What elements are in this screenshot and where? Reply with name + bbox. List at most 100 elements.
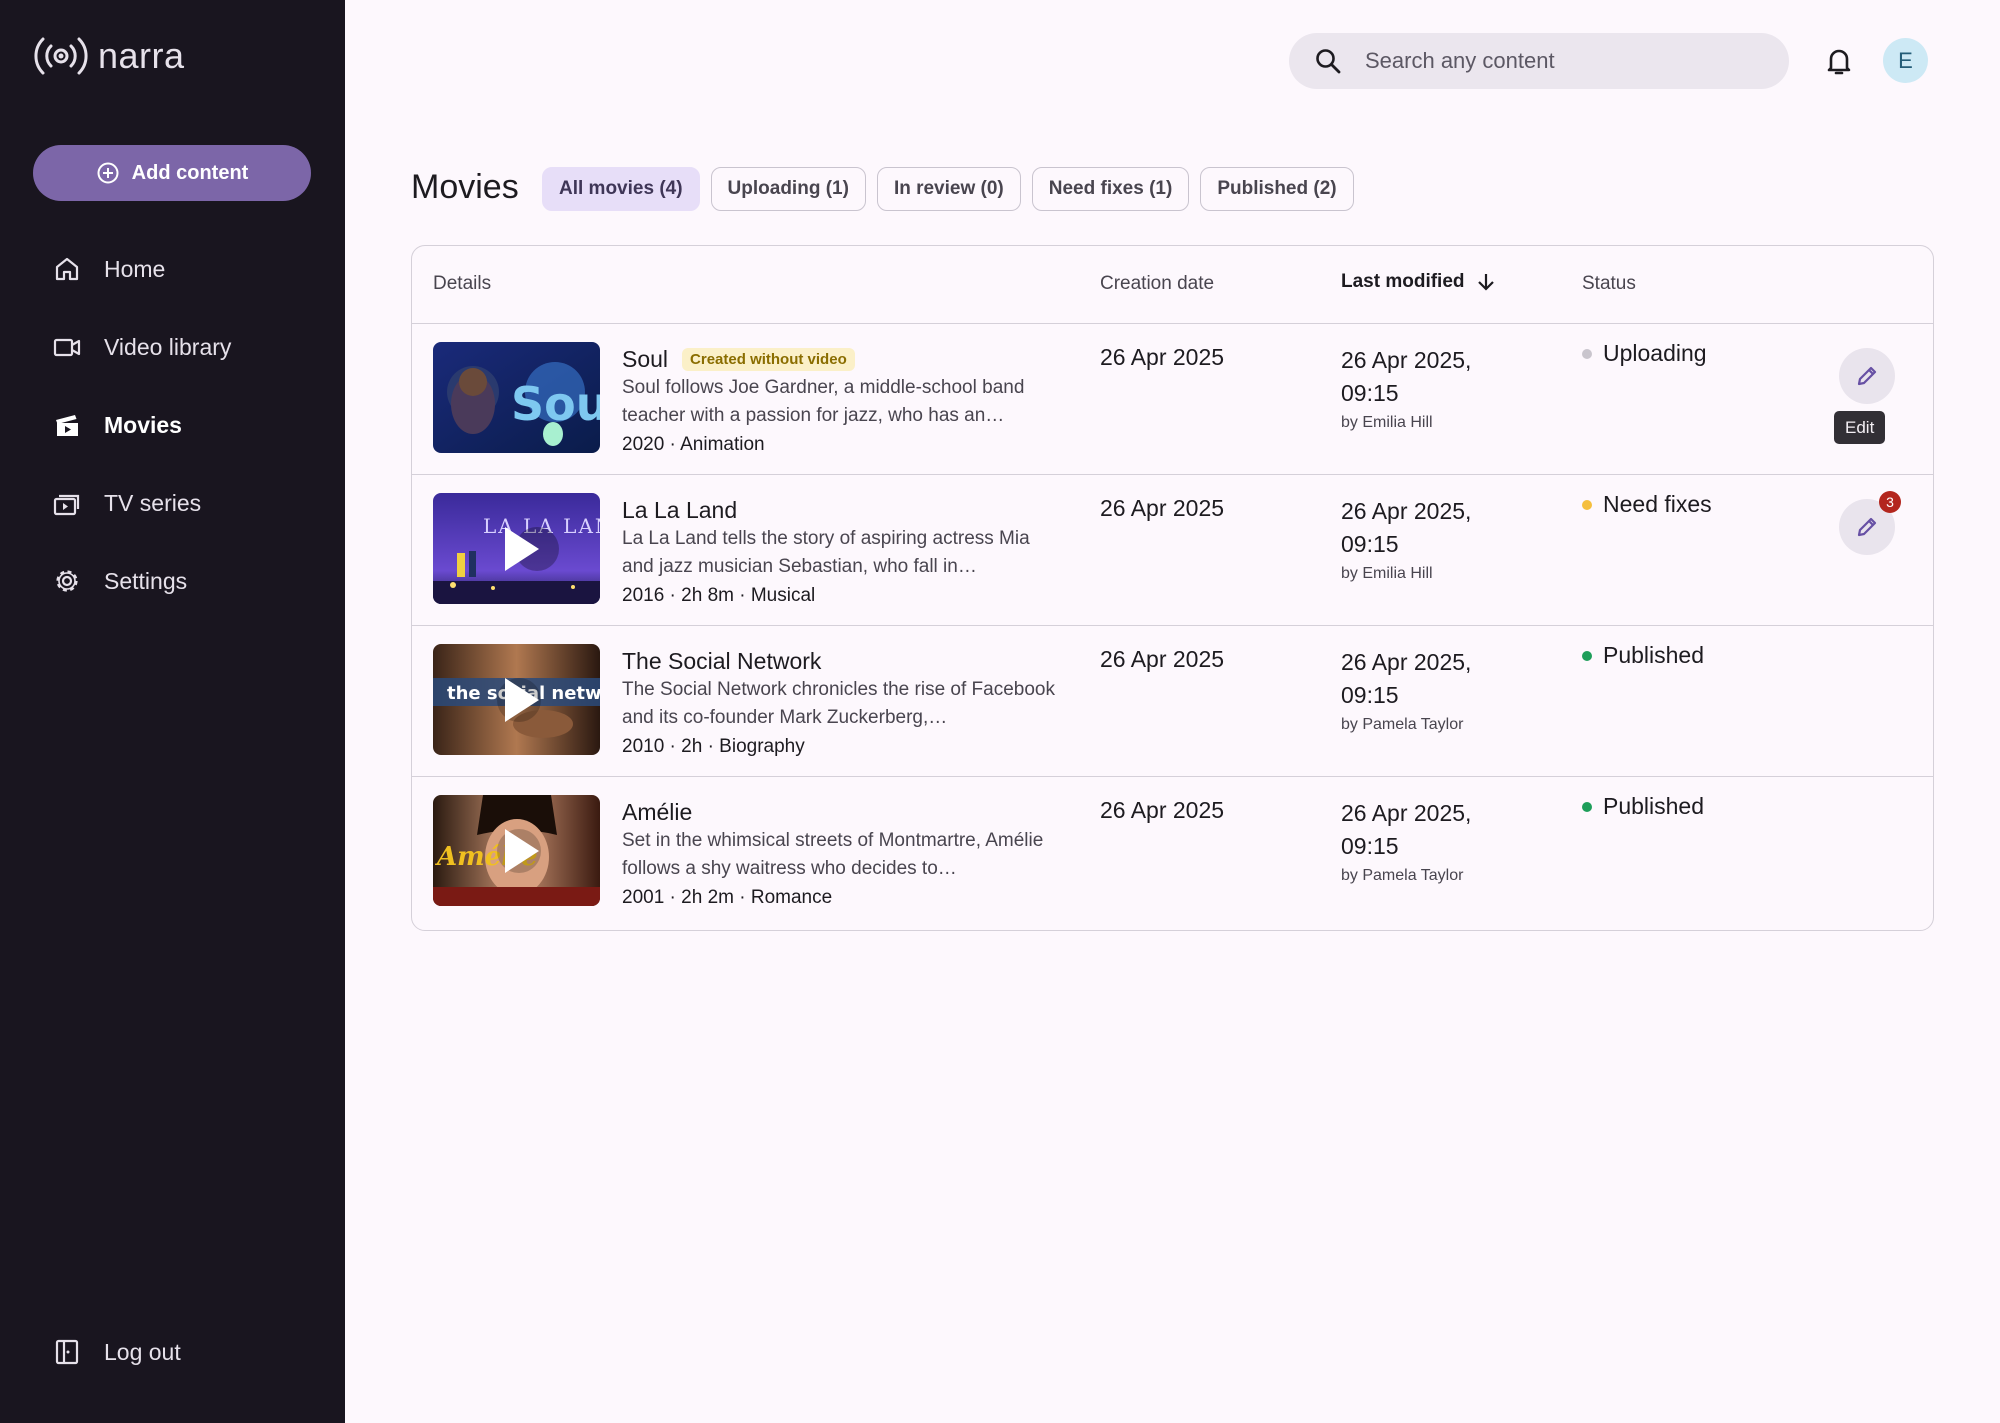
column-header-label: Last modified <box>1341 271 1465 292</box>
movie-thumbnail[interactable]: Soul <box>433 342 600 453</box>
modified-date: 26 Apr 2025, <box>1341 649 1472 675</box>
sidebar-item-video-library[interactable]: Video library <box>0 308 345 386</box>
movies-table: Details Creation date Last modified Stat… <box>411 245 1934 931</box>
status-dot <box>1582 650 1592 661</box>
column-header-last-modified[interactable]: Last modified <box>1341 271 1497 293</box>
status-badge: Uploading <box>1582 340 1707 367</box>
movie-title[interactable]: The Social Network <box>622 648 821 675</box>
search-input[interactable] <box>1365 48 1745 74</box>
movie-meta: 2001 · 2h 2m · Romance <box>622 887 833 908</box>
search-icon[interactable] <box>1313 46 1343 76</box>
last-modified: 26 Apr 2025, 09:15 by Emilia Hill <box>1341 344 1471 434</box>
table-row[interactable]: Soul Soul Created without video Soul fol… <box>412 324 1933 475</box>
filter-uploading[interactable]: Uploading (1) <box>710 167 866 211</box>
movie-description: Soul follows Joe Gardner, a middle-schoo… <box>622 377 1025 426</box>
last-modified: 26 Apr 2025, 09:15 by Emilia Hill <box>1341 495 1471 585</box>
gear-icon <box>56 570 78 592</box>
sidebar-item-label: TV series <box>104 489 202 516</box>
modified-time: 09:15 <box>1341 833 1399 859</box>
status-label: Uploading <box>1603 340 1707 366</box>
creation-date: 26 Apr 2025 <box>1100 495 1225 521</box>
status-badge: Published <box>1582 642 1704 669</box>
column-header-status[interactable]: Status <box>1582 273 1636 295</box>
app-logo[interactable]: narra <box>32 34 185 78</box>
table-row[interactable]: Amélie Amélie Set in the whimsical stree… <box>412 777 1933 928</box>
modified-time: 09:15 <box>1341 531 1399 557</box>
filter-all-movies[interactable]: All movies (4) <box>542 167 700 211</box>
movie-title[interactable]: Amélie <box>622 799 692 826</box>
modified-time: 09:15 <box>1341 380 1399 406</box>
modified-by: by Emilia Hill <box>1341 565 1433 582</box>
filter-in-review[interactable]: In review (0) <box>876 167 1021 211</box>
sidebar-item-settings[interactable]: Settings <box>0 542 345 620</box>
filter-published[interactable]: Published (2) <box>1200 167 1354 211</box>
movie-details: La La Land La La Land tells the story of… <box>622 495 1062 607</box>
filter-need-fixes[interactable]: Need fixes (1) <box>1031 167 1190 211</box>
movie-details: Soul Created without video Soul follows … <box>622 344 1062 456</box>
page-title: Movies <box>411 168 519 206</box>
soul-poster-image: Soul <box>433 342 600 453</box>
play-icon[interactable] <box>504 526 539 571</box>
movie-description: The Social Network chronicles the rise o… <box>622 679 1055 728</box>
user-avatar[interactable]: E <box>1883 38 1928 83</box>
plus-circle-icon <box>97 162 119 184</box>
movie-clapper-icon <box>56 415 78 436</box>
play-icon[interactable] <box>504 677 539 722</box>
sidebar-nav: Home Video library Movies TV series Sett… <box>0 230 345 620</box>
creation-date: 26 Apr 2025 <box>1100 797 1225 823</box>
status-label: Published <box>1603 793 1705 819</box>
movie-thumbnail[interactable]: LA LA LAND <box>433 493 600 604</box>
table-row[interactable]: LA LA LAND La La Land La La Land tells t… <box>412 475 1933 626</box>
movie-title[interactable]: Soul <box>622 346 668 373</box>
sidebar-item-tv-series[interactable]: TV series <box>0 464 345 542</box>
notification-count-badge: 3 <box>1879 491 1901 513</box>
last-modified: 26 Apr 2025, 09:15 by Pamela Taylor <box>1341 646 1471 736</box>
sidebar-item-movies[interactable]: Movies <box>0 386 345 464</box>
filter-chips: All movies (4) Uploading (1) In review (… <box>542 167 1354 211</box>
status-badge: Published <box>1582 793 1704 820</box>
notifications-bell-icon[interactable] <box>1822 44 1856 78</box>
table-row[interactable]: the social network The Social Network Th… <box>412 626 1933 777</box>
video-camera-icon <box>53 338 81 357</box>
status-label: Published <box>1603 642 1705 668</box>
logout-button[interactable]: Log out <box>52 1337 181 1367</box>
modified-by: by Pamela Taylor <box>1341 716 1464 733</box>
sort-arrow-down-icon <box>1477 274 1494 291</box>
column-header-creation-date[interactable]: Creation date <box>1100 273 1214 295</box>
play-icon[interactable] <box>504 828 539 873</box>
app-name: narra <box>98 35 185 76</box>
status-dot <box>1582 348 1592 359</box>
movie-details: Amélie Set in the whimsical streets of M… <box>622 797 1062 909</box>
sidebar-item-label: Settings <box>104 567 188 594</box>
movie-thumbnail[interactable]: Amélie <box>433 795 600 906</box>
status-label: Need fixes <box>1603 491 1712 517</box>
add-content-label: Add content <box>131 161 249 184</box>
search-bar[interactable] <box>1289 33 1789 89</box>
movie-meta: 2010 · 2h · Biography <box>622 736 805 757</box>
creation-date: 26 Apr 2025 <box>1100 646 1225 672</box>
creation-date: 26 Apr 2025 <box>1100 344 1225 370</box>
movie-title[interactable]: La La Land <box>622 497 737 524</box>
modified-by: by Emilia Hill <box>1341 414 1433 431</box>
pencil-icon <box>1857 517 1877 537</box>
movie-description: La La Land tells the story of aspiring a… <box>622 528 1030 577</box>
modified-date: 26 Apr 2025, <box>1341 800 1472 826</box>
sidebar: narra Add content Home Video library Mov… <box>0 0 345 1423</box>
status-dot <box>1582 801 1592 812</box>
movie-description: Set in the whimsical streets of Montmart… <box>622 830 1044 879</box>
edit-button[interactable]: 3 <box>1839 491 1901 555</box>
home-icon <box>55 257 79 281</box>
movie-details: The Social Network The Social Network ch… <box>622 646 1062 758</box>
table-header: Details Creation date Last modified Stat… <box>412 246 1933 324</box>
movie-thumbnail[interactable]: the social network <box>433 644 600 755</box>
movie-meta: 2020 · Animation <box>622 434 765 455</box>
add-content-button[interactable]: Add content <box>33 145 311 201</box>
sidebar-item-home[interactable]: Home <box>0 230 345 308</box>
movie-meta: 2016 · 2h 8m · Musical <box>622 585 816 606</box>
modified-time: 09:15 <box>1341 682 1399 708</box>
modified-date: 26 Apr 2025, <box>1341 498 1472 524</box>
edit-button[interactable] <box>1839 348 1895 404</box>
status-badge: Need fixes <box>1582 491 1712 518</box>
broadcast-logo-icon <box>34 37 88 75</box>
status-dot <box>1582 499 1592 510</box>
